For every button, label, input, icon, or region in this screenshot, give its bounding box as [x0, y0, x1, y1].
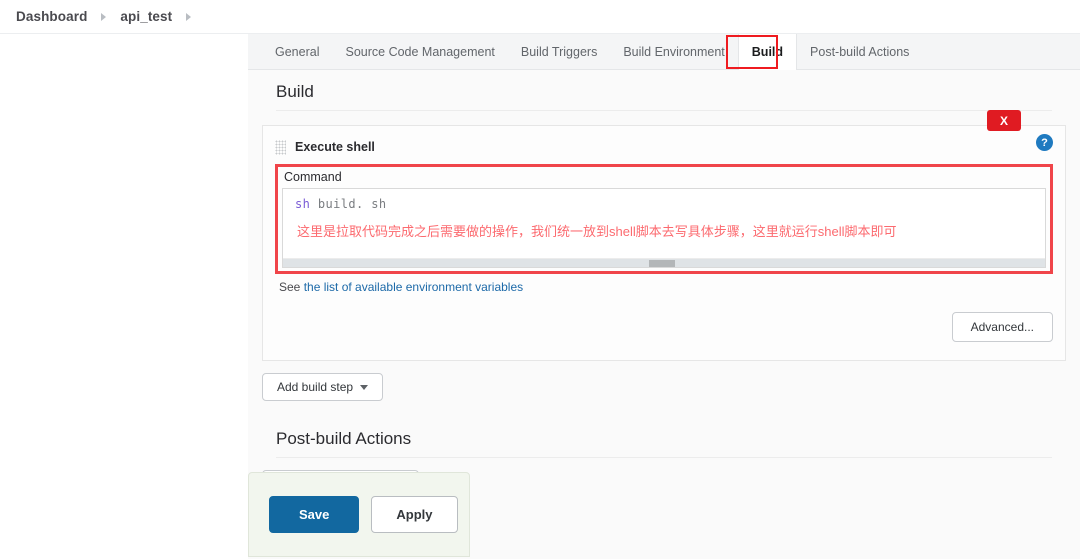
- command-textarea[interactable]: sh build. sh 这里是拉取代码完成之后需要做的操作，我们统一放到she…: [282, 188, 1046, 268]
- command-annotation-note: 这里是拉取代码完成之后需要做的操作，我们统一放到shell脚本去写具体步骤，这里…: [283, 211, 1045, 240]
- post-build-section-heading: Post-build Actions: [276, 417, 1052, 458]
- breadcrumb-separator-icon: [101, 13, 106, 21]
- remove-step-button[interactable]: X: [987, 110, 1021, 131]
- drag-handle-icon[interactable]: [275, 140, 286, 155]
- execute-shell-build-step: X ? Execute shell Command sh build. sh 这…: [262, 125, 1066, 361]
- config-tab-bar: General Source Code Management Build Tri…: [248, 34, 1080, 70]
- add-build-step-row: Add build step: [248, 361, 1080, 401]
- save-button[interactable]: Save: [269, 496, 359, 533]
- apply-button[interactable]: Apply: [371, 496, 457, 533]
- add-build-step-button[interactable]: Add build step: [262, 373, 383, 401]
- breadcrumb-item-dashboard[interactable]: Dashboard: [16, 9, 87, 24]
- command-keyword: sh: [295, 197, 310, 211]
- command-scrollbar-thumb[interactable]: [649, 260, 675, 267]
- advanced-button[interactable]: Advanced...: [952, 312, 1053, 342]
- chevron-down-icon: [360, 385, 368, 390]
- add-build-step-label: Add build step: [277, 380, 353, 394]
- tab-source-code-management[interactable]: Source Code Management: [332, 34, 507, 69]
- help-icon[interactable]: ?: [1036, 134, 1053, 151]
- tab-general[interactable]: General: [262, 34, 332, 69]
- command-annotation-box: Command sh build. sh 这里是拉取代码完成之后需要做的操作，我…: [275, 164, 1053, 274]
- breadcrumb: Dashboard api_test: [0, 0, 1080, 34]
- command-text-line: sh build. sh: [283, 189, 1045, 211]
- breadcrumb-separator-icon: [186, 13, 191, 21]
- environment-variables-link[interactable]: the list of available environment variab…: [304, 280, 523, 294]
- command-horizontal-scrollbar[interactable]: [283, 258, 1045, 267]
- tab-post-build-actions[interactable]: Post-build Actions: [797, 34, 922, 69]
- build-step-header: Execute shell: [275, 136, 1053, 158]
- command-label: Command: [282, 169, 1046, 188]
- breadcrumb-item-api-test[interactable]: api_test: [120, 9, 172, 24]
- build-step-title: Execute shell: [295, 140, 375, 154]
- build-heading-wrap: Build: [248, 70, 1080, 111]
- form-footer-panel: Save Apply: [248, 472, 470, 557]
- advanced-button-row: Advanced...: [275, 312, 1053, 342]
- command-rest: build. sh: [310, 197, 386, 211]
- page-root: Dashboard api_test General Source Code M…: [0, 0, 1080, 559]
- env-prefix-text: See: [279, 280, 304, 294]
- post-build-heading-wrap: Post-build Actions: [248, 401, 1080, 458]
- tab-build-environment[interactable]: Build Environment: [610, 34, 737, 69]
- environment-variables-line: See the list of available environment va…: [275, 274, 1053, 294]
- tab-build[interactable]: Build: [738, 34, 797, 70]
- build-section-heading: Build: [276, 70, 1052, 111]
- tab-build-triggers[interactable]: Build Triggers: [508, 34, 610, 69]
